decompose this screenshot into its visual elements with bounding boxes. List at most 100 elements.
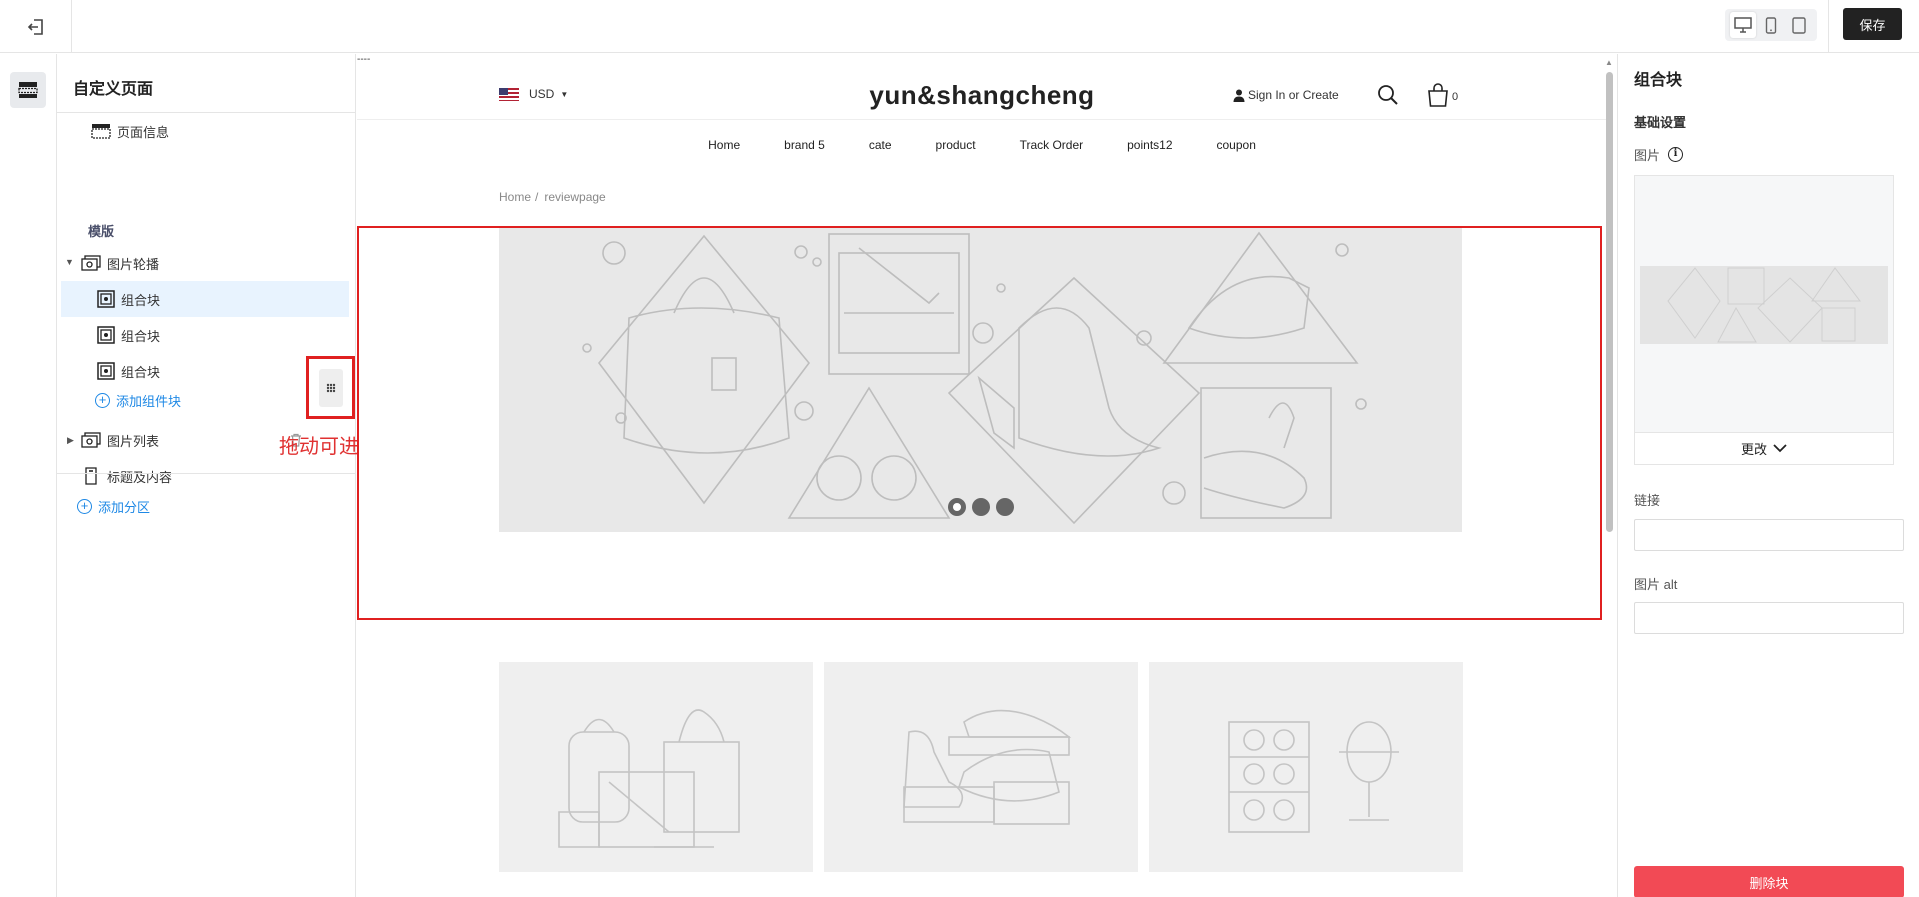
block-item[interactable]: 组合块 (97, 353, 337, 389)
device-switcher (1725, 9, 1817, 41)
scroll-up-icon[interactable]: ▲ (1605, 58, 1613, 67)
carousel-banner[interactable] (499, 228, 1462, 532)
glasses-illustration (1228, 721, 1399, 833)
bag-icon (1428, 83, 1448, 107)
image-section-icon (81, 255, 101, 271)
link-label: 链接 (1634, 493, 1661, 508)
breadcrumb-home[interactable]: Home (499, 190, 531, 204)
image-label-row: 图片 i (1634, 145, 1684, 164)
plus-circle-icon: + (95, 393, 110, 408)
block-icon (97, 326, 115, 344)
sign-in-label: Sign In or Create (1248, 88, 1339, 102)
carousel-dots (499, 498, 1462, 516)
nav-item[interactable]: brand 5 (784, 138, 825, 152)
drag-handle[interactable] (319, 369, 343, 407)
nav-item[interactable]: Home (708, 138, 740, 152)
block-settings-panel: 组合块 基础设置 图片 i 更改 链接 图片 alt 删除块 (1617, 54, 1919, 897)
user-icon (1233, 89, 1245, 102)
canvas-scrollbar[interactable]: ▲ (1604, 58, 1614, 897)
alt-input[interactable] (1634, 602, 1904, 634)
block-icon (97, 362, 115, 380)
link-input[interactable] (1634, 519, 1904, 551)
image-section-icon (81, 432, 101, 448)
page-sections-tab[interactable] (10, 72, 46, 108)
page-info-label: 页面信息 (117, 124, 170, 140)
sidebar-title: 自定义页面 (57, 54, 355, 113)
nav-item[interactable]: product (936, 138, 976, 152)
scroll-thumb[interactable] (1606, 72, 1613, 532)
block-item[interactable]: 组合块 (97, 317, 337, 353)
grip-icon (326, 383, 336, 393)
basic-settings-heading: 基础设置 (1634, 115, 1687, 130)
breadcrumb-current: reviewpage (544, 190, 606, 204)
section-image-carousel[interactable]: 图片轮播 (81, 245, 331, 281)
drag-handle-highlight (306, 356, 355, 419)
add-block-label: 添加组件块 (116, 394, 182, 409)
section-label: 标题及内容 (107, 469, 173, 485)
section-label: 图片轮播 (107, 256, 160, 272)
save-button[interactable]: 保存 (1843, 8, 1902, 40)
add-block-link[interactable]: + 添加组件块 (95, 391, 181, 410)
block-icon (97, 290, 115, 308)
tablet-view-button[interactable] (1786, 12, 1812, 38)
desktop-view-button[interactable] (1730, 12, 1756, 38)
breadcrumb-separator: / (535, 190, 539, 204)
change-image-button[interactable]: 更改 (1635, 432, 1893, 464)
page-info-icon (91, 123, 111, 139)
bags-illustration (558, 709, 740, 848)
fashion-thumbnail (1667, 267, 1862, 343)
image-list-item[interactable] (499, 662, 813, 872)
search-icon[interactable] (1377, 84, 1399, 109)
image-label: 图片 (1634, 148, 1661, 163)
shoes-illustration (903, 709, 1072, 825)
panel-title: 组合块 (1634, 72, 1683, 89)
preview-canvas: ---- USD ▼ yun&shangcheng Sign In or Cre… (357, 54, 1617, 897)
add-section-label: 添加分区 (98, 500, 151, 515)
image-picker[interactable]: 更改 (1634, 175, 1894, 465)
image-preview (1640, 266, 1888, 344)
document-icon (81, 467, 101, 485)
exit-icon (27, 18, 43, 35)
nav-item[interactable]: cate (869, 138, 892, 152)
layout-icon (18, 82, 38, 98)
mobile-icon (1765, 16, 1777, 34)
icon-rail (0, 54, 57, 897)
divider (1828, 0, 1829, 53)
breadcrumb: Home / reviewpage (499, 190, 606, 204)
image-list (499, 662, 1463, 872)
nav-item[interactable]: Track Order (1020, 138, 1084, 152)
image-list-item[interactable] (824, 662, 1138, 872)
carousel-dot[interactable] (947, 498, 966, 516)
fashion-illustration (582, 231, 1367, 525)
info-icon[interactable]: i (1668, 147, 1684, 162)
alt-label: 图片 alt (1634, 577, 1678, 592)
cart-count: 0 (1452, 91, 1459, 103)
store-header: USD ▼ yun&shangcheng Sign In or Create 0 (357, 54, 1607, 120)
nav-item[interactable]: points12 (1127, 138, 1172, 152)
carousel-dot[interactable] (995, 498, 1014, 516)
carousel-dot[interactable] (971, 498, 990, 516)
mobile-view-button[interactable] (1758, 12, 1784, 38)
block-label: 组合块 (121, 292, 161, 308)
section-title-content[interactable]: 标题及内容 (81, 458, 331, 494)
image-list-item[interactable] (1149, 662, 1463, 872)
desktop-icon (1734, 17, 1752, 33)
block-label: 组合块 (121, 328, 161, 344)
caret-down-icon[interactable]: ▼ (65, 257, 74, 267)
section-sidebar: 自定义页面 页面信息 模版 ▼ 图片轮播 组合块 组合块 组合块 + 添加组件块… (57, 54, 356, 897)
page-info-item[interactable]: 页面信息 (91, 113, 341, 149)
cart-button[interactable]: 0 (1427, 83, 1458, 107)
chevron-down-icon (1773, 444, 1787, 453)
sign-in-link[interactable]: Sign In or Create (1233, 88, 1339, 102)
delete-block-button[interactable]: 删除块 (1634, 866, 1904, 897)
block-label: 组合块 (121, 364, 161, 380)
nav-item[interactable]: coupon (1217, 138, 1256, 152)
tablet-icon (1792, 16, 1806, 34)
block-item[interactable]: 组合块 (61, 281, 349, 317)
template-label: 模版 (88, 224, 115, 239)
caret-right-icon[interactable]: ▶ (67, 435, 74, 446)
store-brand[interactable]: yun&shangcheng (357, 80, 1607, 111)
add-section-link[interactable]: + 添加分区 (77, 497, 150, 516)
top-bar: 保存 (0, 0, 1919, 53)
exit-button[interactable] (0, 0, 72, 53)
